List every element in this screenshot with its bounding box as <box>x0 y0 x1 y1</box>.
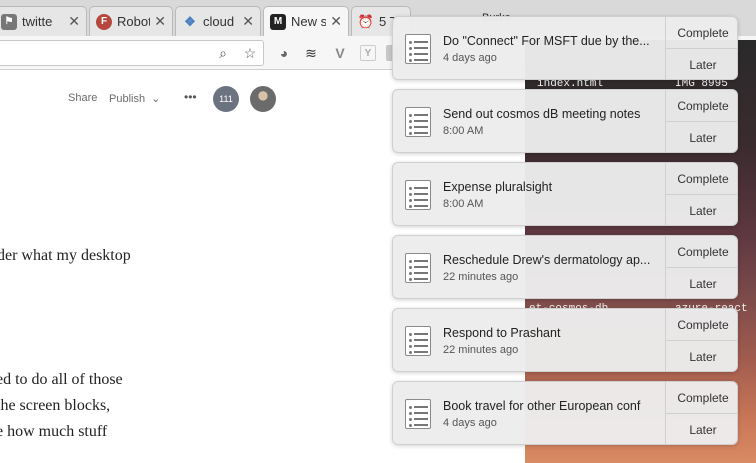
reminders-app-icon <box>405 326 431 356</box>
tab-cloud[interactable]: ❖ cloud ✕ <box>175 6 261 36</box>
publish-menu[interactable]: Publish ⌄ <box>109 92 160 105</box>
notification-time: 22 minutes ago <box>443 271 519 283</box>
extension-v-icon[interactable]: V <box>332 45 348 61</box>
tab-robot[interactable]: F Robot ✕ <box>89 6 173 36</box>
complete-button[interactable]: Complete <box>666 163 737 195</box>
reminder-notification[interactable]: Send out cosmos dB meeting notes 8:00 AM… <box>392 89 738 153</box>
tab-label: New s <box>291 14 327 29</box>
later-button[interactable]: Later <box>666 49 737 79</box>
complete-button[interactable]: Complete <box>666 309 737 341</box>
later-button[interactable]: Later <box>666 195 737 225</box>
close-icon[interactable]: ✕ <box>68 13 80 30</box>
complete-button[interactable]: Complete <box>666 17 737 49</box>
tab-label: Robot <box>117 14 151 29</box>
reminders-app-icon <box>405 253 431 283</box>
complete-button[interactable]: Complete <box>666 90 737 122</box>
notification-actions: Complete Later <box>665 90 737 152</box>
close-icon[interactable]: ✕ <box>330 13 342 30</box>
reminder-notification[interactable]: Book travel for other European conf 4 da… <box>392 381 738 445</box>
later-button[interactable]: Later <box>666 268 737 298</box>
alarm-icon: ⏰ <box>357 13 375 29</box>
extension-buffer-icon[interactable]: ≋ <box>303 45 319 61</box>
close-icon[interactable]: ✕ <box>242 13 254 30</box>
close-icon[interactable]: ✕ <box>154 13 166 30</box>
notification-actions: Complete Later <box>665 309 737 371</box>
tab-label: twitte <box>22 14 53 29</box>
article-text-line: der what my desktop <box>0 247 131 264</box>
complete-button[interactable]: Complete <box>666 382 737 414</box>
share-link[interactable]: Share <box>68 92 97 104</box>
notification-actions: Complete Later <box>665 163 737 225</box>
extension-grammarly-icon[interactable]: ◕ <box>276 45 292 61</box>
reminders-app-icon <box>405 107 431 137</box>
notification-title: Do "Connect" For MSFT due by the... <box>443 34 650 48</box>
chevron-down-icon: ⌄ <box>151 93 161 105</box>
later-button[interactable]: Later <box>666 122 737 152</box>
reminders-app-icon <box>405 180 431 210</box>
publish-label: Publish <box>109 93 146 105</box>
reminder-notification[interactable]: Do "Connect" For MSFT due by the... 4 da… <box>392 16 738 80</box>
flag-icon: ⚑ <box>1 13 17 30</box>
reminders-app-icon <box>405 34 431 64</box>
article-text-line: ed to do all of those <box>0 371 123 388</box>
notification-time: 4 days ago <box>443 417 497 429</box>
medium-logo-icon: M <box>270 13 286 30</box>
article-text-line: e how much stuff <box>0 423 108 440</box>
reminder-notification[interactable]: Respond to Prashant 22 minutes ago Compl… <box>392 308 738 372</box>
avatar[interactable] <box>250 86 276 112</box>
notification-title: Send out cosmos dB meeting notes <box>443 107 641 121</box>
tab-medium-new-story[interactable]: M New s ✕ <box>263 6 349 36</box>
article-text-line: the screen blocks, <box>0 397 111 414</box>
more-options-icon[interactable]: ••• <box>184 90 197 104</box>
notification-time: 22 minutes ago <box>443 344 519 356</box>
notification-actions: Complete Later <box>665 236 737 298</box>
notification-title: Expense pluralsight <box>443 180 553 194</box>
notification-time: 4 days ago <box>443 52 497 64</box>
tab-twitter[interactable]: ⚑ twitte ✕ <box>0 6 87 36</box>
notification-actions: Complete Later <box>665 17 737 79</box>
notification-time: 8:00 AM <box>443 198 484 210</box>
notification-title: Book travel for other European conf <box>443 399 641 413</box>
search-icon[interactable]: ⌕ <box>215 45 231 61</box>
notification-title: Reschedule Drew's dermatology ap... <box>443 253 651 267</box>
bookmark-star-icon[interactable]: ☆ <box>242 45 258 61</box>
complete-button[interactable]: Complete <box>666 236 737 268</box>
notification-time: 8:00 AM <box>443 125 484 137</box>
notification-title: Respond to Prashant <box>443 326 561 340</box>
notification-actions: Complete Later <box>665 382 737 444</box>
later-button[interactable]: Later <box>666 414 737 444</box>
reminders-app-icon <box>405 399 431 429</box>
reminder-notification[interactable]: Expense pluralsight 8:00 AM Complete Lat… <box>392 162 738 226</box>
f-logo-icon: F <box>96 13 112 30</box>
reminder-notification[interactable]: Reschedule Drew's dermatology ap... 22 m… <box>392 235 738 299</box>
dropbox-icon: ❖ <box>184 13 196 29</box>
extension-y-icon[interactable]: Y <box>360 45 376 61</box>
tab-label: cloud <box>203 14 235 29</box>
later-button[interactable]: Later <box>666 341 737 371</box>
notification-count-badge[interactable]: 111 <box>213 86 239 112</box>
